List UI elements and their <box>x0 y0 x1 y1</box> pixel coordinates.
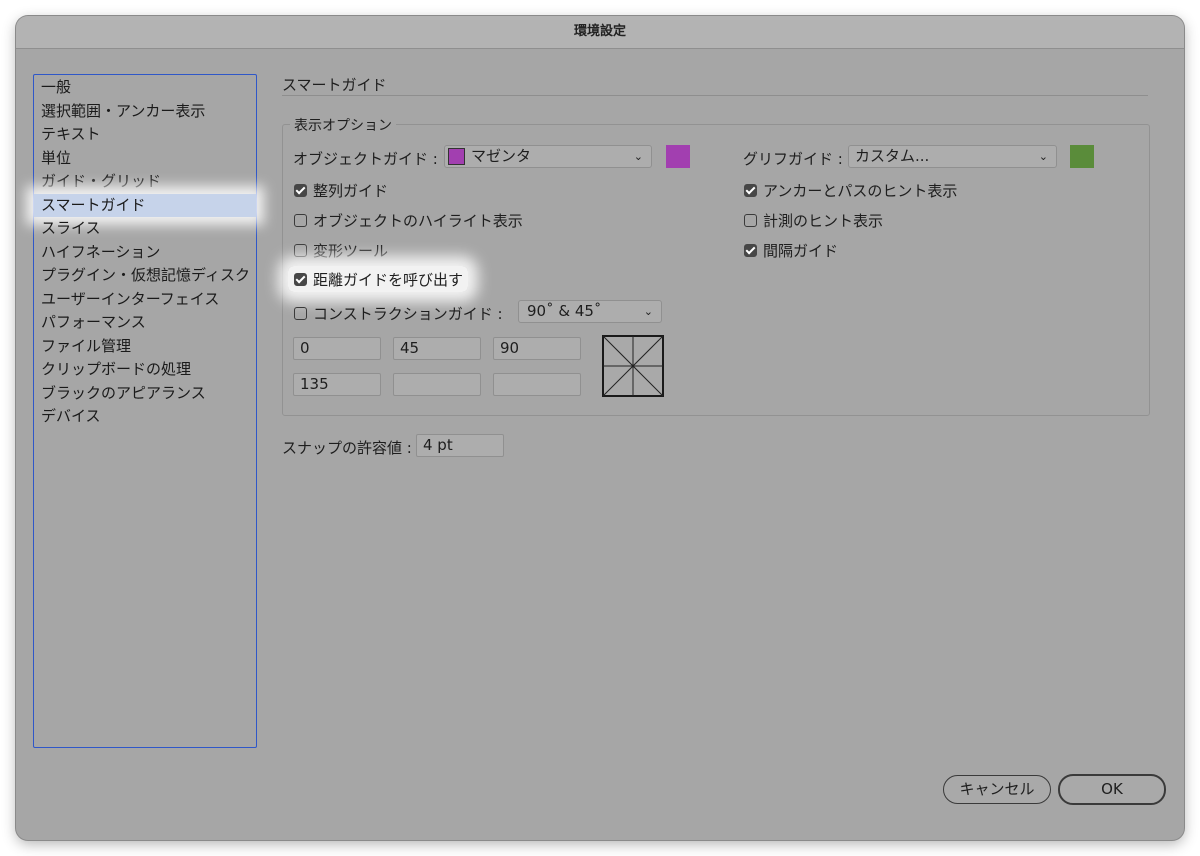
section-title: スマートガイド <box>282 76 387 94</box>
sidebar-item-smart-guides[interactable]: スマートガイド <box>34 193 256 217</box>
sidebar-item-devices[interactable]: デバイス <box>34 405 256 428</box>
dialog-title: 環境設定 <box>16 16 1184 49</box>
checkbox-anchor-path-hints[interactable]: アンカーとパスのヒント表示 <box>744 180 957 201</box>
checkbox-label: 距離ガイドを呼び出す <box>313 271 464 289</box>
construction-angle-select[interactable]: 90˚ & 45˚ ⌄ <box>518 300 662 323</box>
snap-tolerance-label: スナップの許容値 : <box>282 439 412 457</box>
checkbox-checked-icon[interactable] <box>294 273 307 286</box>
chevron-down-icon: ⌄ <box>1038 150 1048 163</box>
checkbox-unchecked-icon[interactable] <box>294 307 307 320</box>
display-options-legend: 表示オプション <box>290 115 396 135</box>
glyph-guide-select[interactable]: カスタム... ⌄ <box>848 145 1057 168</box>
object-guide-color-swatch[interactable] <box>666 145 690 168</box>
sidebar-item-black-appearance[interactable]: ブラックのアピアランス <box>34 382 256 405</box>
chevron-down-icon: ⌄ <box>643 305 653 318</box>
object-guide-value: マゼンタ <box>471 147 532 165</box>
checkbox-label: アンカーとパスのヒント表示 <box>763 182 958 200</box>
category-list[interactable]: 一般 選択範囲・アンカー表示 テキスト 単位 ガイド・グリッド スマートガイド … <box>33 74 257 748</box>
preferences-dialog: 環境設定 一般 選択範囲・アンカー表示 テキスト 単位 ガイド・グリッド スマー… <box>16 16 1184 840</box>
sidebar-item-performance[interactable]: パフォーマンス <box>34 311 256 334</box>
checkbox-checked-icon[interactable] <box>294 184 307 197</box>
sidebar-item-selection-anchor[interactable]: 選択範囲・アンカー表示 <box>34 100 256 123</box>
sidebar-item-user-interface[interactable]: ユーザーインターフェイス <box>34 288 256 311</box>
checkbox-construction-guides[interactable]: コンストラクションガイド : <box>294 303 503 324</box>
checkbox-checked-icon[interactable] <box>744 244 757 257</box>
ok-button[interactable]: OK <box>1058 774 1166 805</box>
sidebar-item-text[interactable]: テキスト <box>34 123 256 146</box>
sidebar-item-units[interactable]: 単位 <box>34 147 256 170</box>
sidebar-item-plugins-scratch[interactable]: プラグイン・仮想記憶ディスク <box>34 264 256 287</box>
checkbox-checked-icon[interactable] <box>744 184 757 197</box>
snap-tolerance-input[interactable]: 4 pt <box>416 434 504 457</box>
chevron-down-icon: ⌄ <box>633 150 643 163</box>
sidebar-item-file-handling[interactable]: ファイル管理 <box>34 335 256 358</box>
sidebar-item-general[interactable]: 一般 <box>34 76 256 99</box>
checkbox-object-highlight[interactable]: オブジェクトのハイライト表示 <box>294 210 523 231</box>
checkbox-unchecked-icon[interactable] <box>294 214 307 227</box>
cancel-button[interactable]: キャンセル <box>943 775 1051 804</box>
checkbox-label: 間隔ガイド <box>763 242 839 260</box>
checkbox-label: 変形ツール <box>313 242 389 260</box>
checkbox-spacing-guides[interactable]: 間隔ガイド <box>744 240 838 261</box>
checkbox-unchecked-icon[interactable] <box>294 244 307 257</box>
checkbox-measurement-hints[interactable]: 計測のヒント表示 <box>744 210 883 231</box>
section-divider <box>282 95 1148 96</box>
sidebar-item-clipboard[interactable]: クリップボードの処理 <box>34 358 256 381</box>
glyph-guide-color-swatch[interactable] <box>1070 145 1094 168</box>
angle-input-3[interactable]: 90 <box>493 337 581 360</box>
checkbox-distance-guides[interactable]: 距離ガイドを呼び出す <box>294 269 463 290</box>
object-guide-label: オブジェクトガイド : <box>293 150 438 168</box>
glyph-guide-value: カスタム... <box>855 147 930 165</box>
checkbox-label: 計測のヒント表示 <box>763 212 884 230</box>
object-guide-color-chip <box>448 148 465 165</box>
angle-preview-icon <box>602 335 664 397</box>
sidebar-item-slices[interactable]: スライス <box>34 217 256 240</box>
angle-input-2[interactable]: 45 <box>393 337 481 360</box>
construction-angle-value: 90˚ & 45˚ <box>527 302 602 320</box>
angle-input-6[interactable] <box>493 373 581 396</box>
checkbox-label: 整列ガイド <box>313 182 389 200</box>
checkbox-unchecked-icon[interactable] <box>744 214 757 227</box>
angle-input-5[interactable] <box>393 373 481 396</box>
checkbox-label: コンストラクションガイド : <box>313 305 503 323</box>
glyph-guide-label: グリフガイド : <box>743 150 843 168</box>
checkbox-label: オブジェクトのハイライト表示 <box>313 212 523 230</box>
angle-input-1[interactable]: 0 <box>293 337 381 360</box>
checkbox-transform-tools[interactable]: 変形ツール <box>294 240 388 261</box>
sidebar-item-hyphenation[interactable]: ハイフネーション <box>34 241 256 264</box>
angle-input-4[interactable]: 135 <box>293 373 381 396</box>
sidebar-item-guides-grid[interactable]: ガイド・グリッド <box>34 170 256 193</box>
checkbox-align-guides[interactable]: 整列ガイド <box>294 180 388 201</box>
object-guide-select[interactable]: マゼンタ ⌄ <box>444 145 652 168</box>
